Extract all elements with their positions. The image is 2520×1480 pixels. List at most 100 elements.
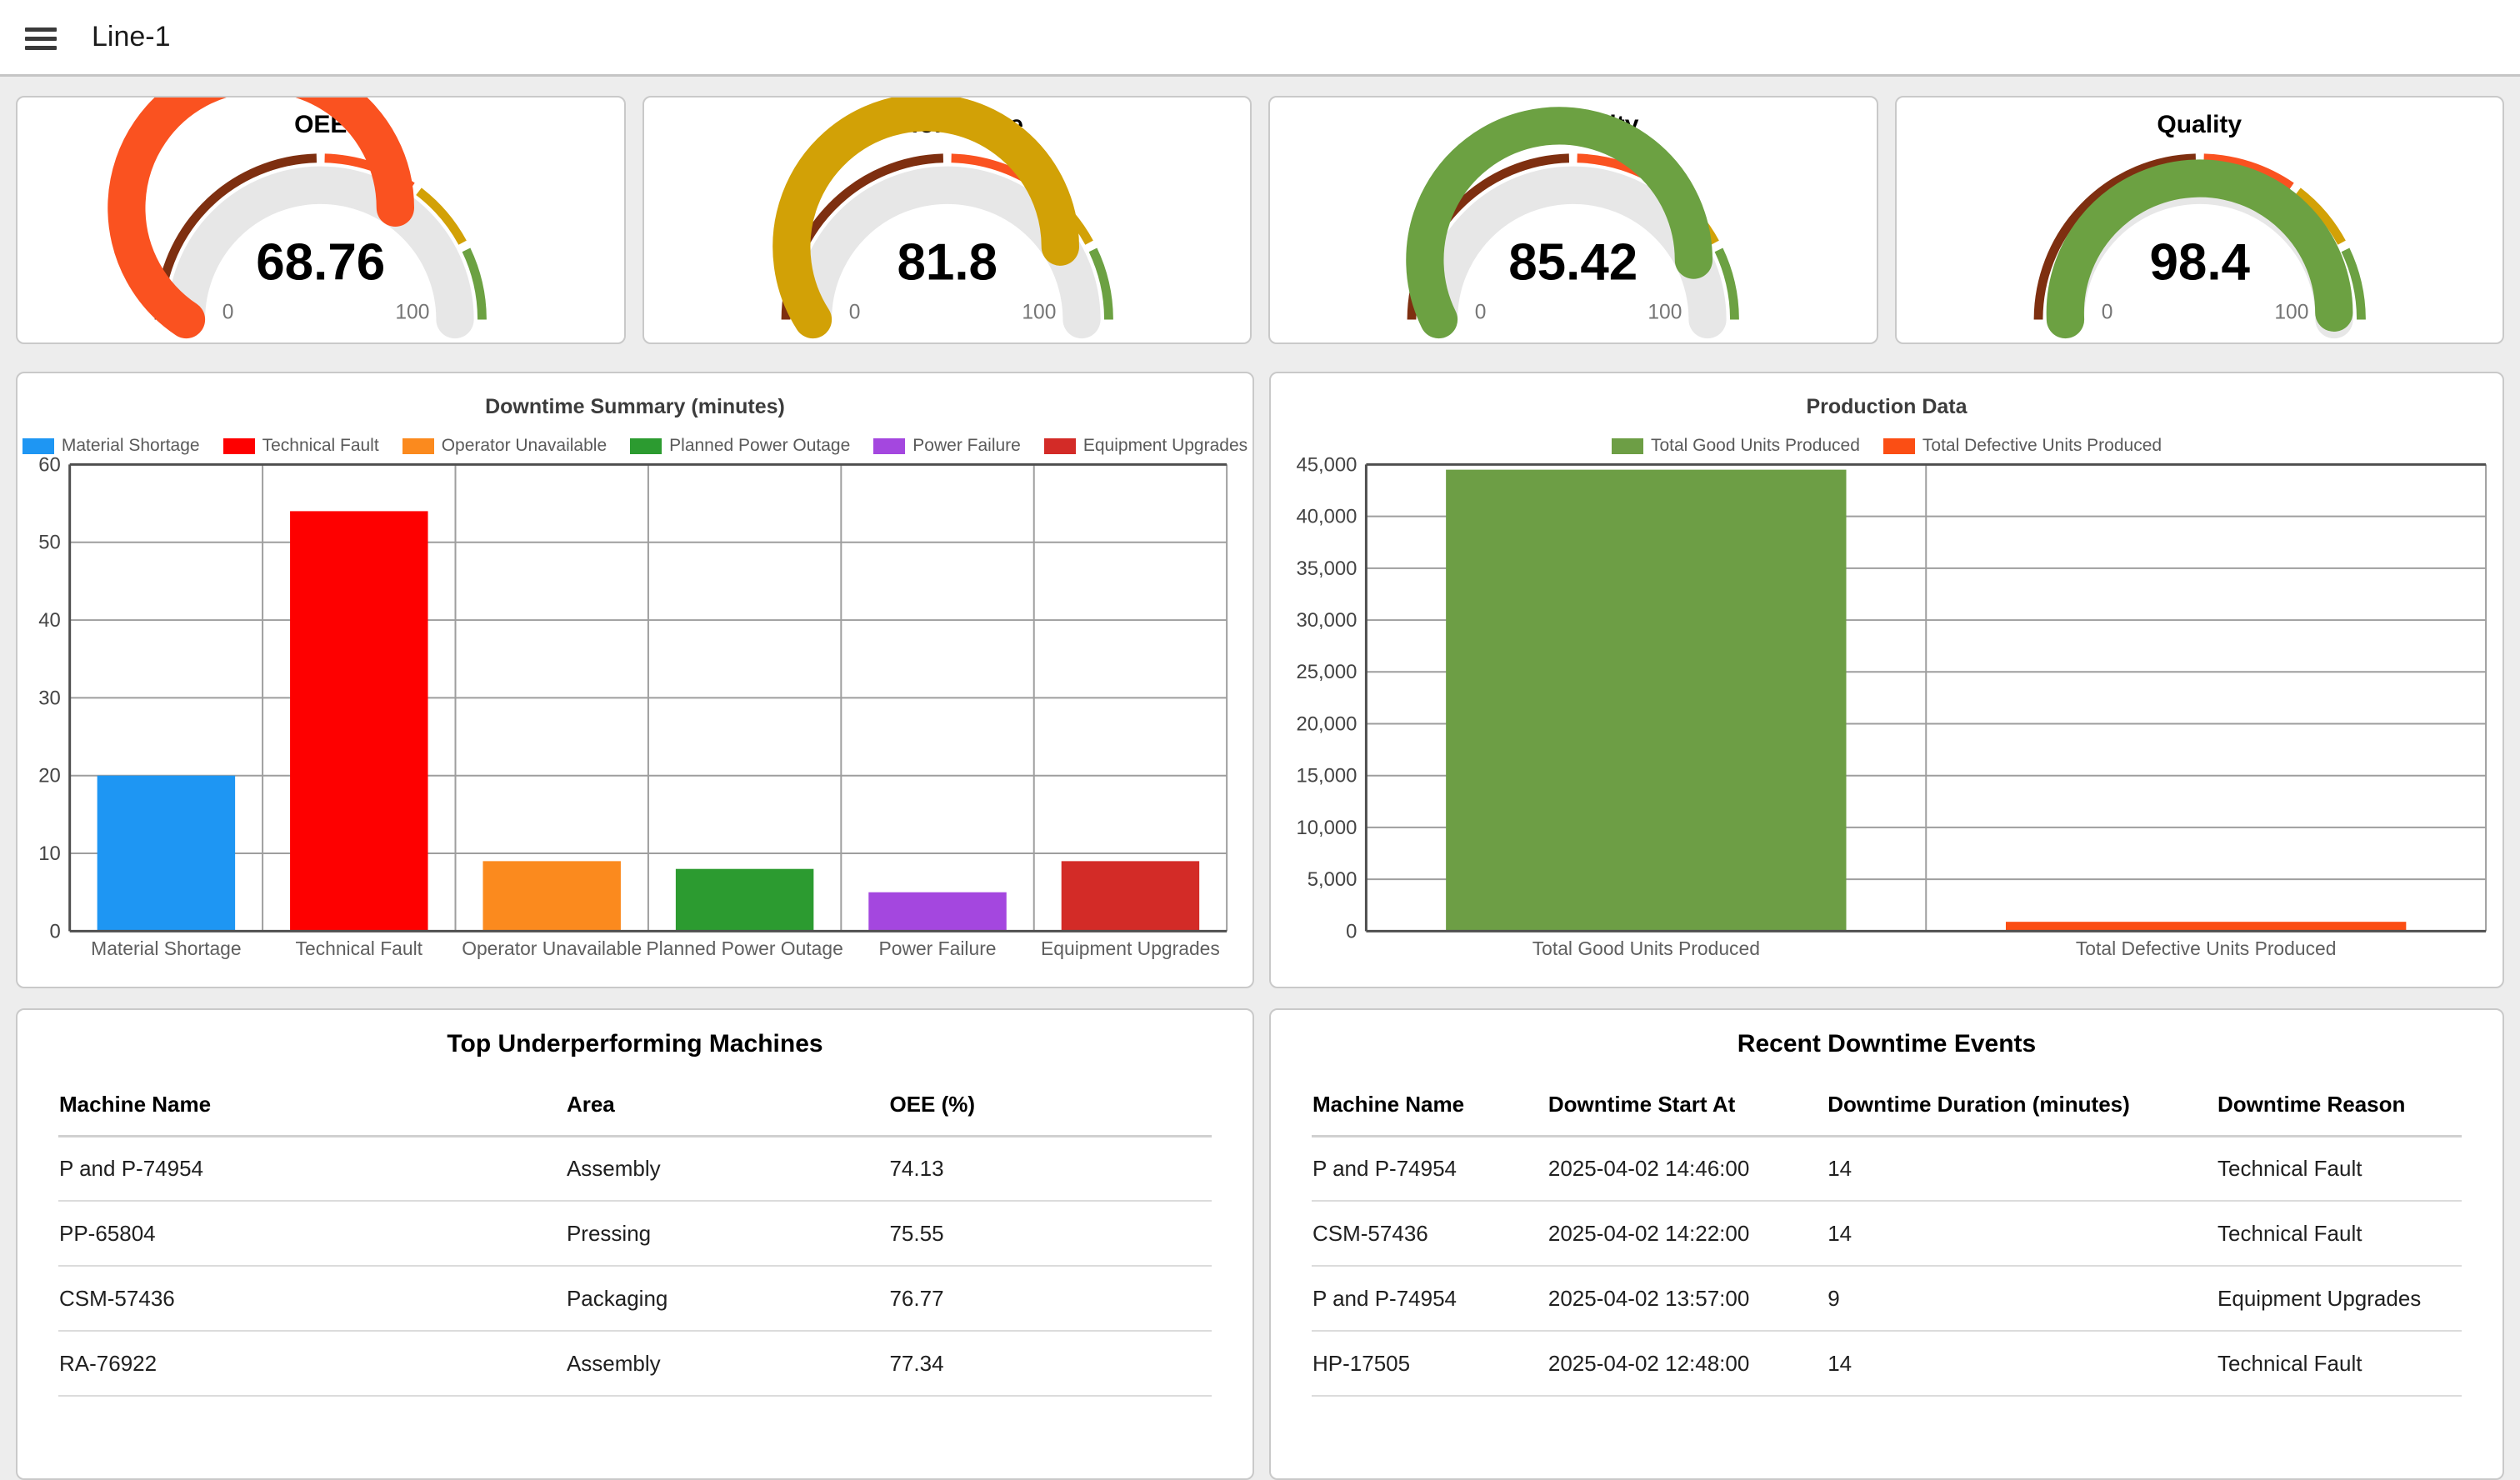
bar-total-good-units-produced[interactable] [1446,470,1846,932]
table-cell: 2025-04-02 13:57:00 [1548,1266,1827,1331]
column-header: Machine Name [58,1075,566,1136]
y-axis-tick-label: 0 [49,920,60,942]
gauge-card-availability: Availability 85.420100 [1268,96,1878,344]
column-header: Machine Name [1312,1075,1548,1136]
gauge-max-label: 100 [1648,301,1682,323]
table-cell: Pressing [566,1201,889,1266]
gauge-min-label: 0 [2101,301,2112,323]
table-cell: 75.55 [888,1201,1212,1266]
table-header-row: Machine NameAreaOEE (%) [58,1075,1212,1136]
table-row: P and P-749542025-04-02 13:57:009Equipme… [1312,1266,2462,1331]
y-axis-tick-label: 10 [38,842,61,865]
table-cell: 14 [1827,1136,2217,1201]
chart-row: Downtime Summary (minutes) Material Shor… [16,372,2504,988]
gauge-max-label: 100 [2274,301,2308,323]
table-cell: 76.77 [888,1266,1212,1331]
y-axis-tick-label: 15,000 [1296,765,1357,788]
y-axis-tick-label: 20 [38,765,61,788]
performance-gauge: 81.80100 [644,98,1251,342]
y-axis-tick-label: 50 [38,532,61,554]
table-cell: 74.13 [888,1136,1212,1201]
table-cell: CSM-57436 [58,1266,566,1331]
gauge-max-label: 100 [395,301,429,323]
table-cell: Technical Fault [2217,1331,2462,1396]
x-axis-category-label: Power Failure [879,938,997,959]
y-axis-tick-label: 45,000 [1296,453,1357,476]
table-cell: HP-17505 [1312,1331,1548,1396]
y-axis-tick-label: 10,000 [1296,817,1357,839]
table-row: HP-175052025-04-02 12:48:0014Technical F… [1312,1331,2462,1396]
x-axis-category-label: Operator Unavailable [462,938,642,959]
bar-technical-fault[interactable] [290,511,428,931]
page-title: Line-1 [92,0,171,74]
gauge-min-label: 0 [222,301,234,323]
y-axis-tick-label: 35,000 [1296,558,1357,580]
gauge-card-performance: Performance 81.80100 [642,96,1252,344]
gauge-card-quality: Quality 98.40100 [1895,96,2505,344]
downtime-bar-chart: 0 10 20 30 40 50 60 Material Shortage Technical … [18,373,1252,987]
y-axis-tick-label: 30 [38,687,61,709]
gauge-row: OEE 68.760100 Performance 81.80100 Avail… [16,96,2504,344]
gauge-value: 98.4 [2149,233,2250,291]
quality-gauge: 98.4 0 100 [1897,98,2503,342]
y-axis-tick-label: 30,000 [1296,609,1357,632]
hamburger-menu-icon[interactable] [25,28,57,50]
underperforming-machines-card: Top Underperforming Machines Machine Nam… [16,1008,1254,1480]
bar-operator-unavailable[interactable] [482,861,620,931]
gauge-value: 68.76 [256,233,385,291]
bar-material-shortage[interactable] [98,776,235,932]
table-cell: 2025-04-02 14:22:00 [1548,1201,1827,1266]
table-row: P and P-749542025-04-02 14:46:0014Techni… [1312,1136,2462,1201]
downtime-events-table-title: Recent Downtime Events [1312,1030,2462,1058]
downtime-events-card: Recent Downtime Events Machine NameDownt… [1269,1008,2504,1480]
table-cell: P and P-74954 [1312,1266,1548,1331]
table-header-row: Machine NameDowntime Start AtDowntime Du… [1312,1075,2462,1136]
gauge-card-oee: OEE 68.760100 [16,96,626,344]
bar-planned-power-outage[interactable] [676,869,813,932]
table-cell: RA-76922 [58,1331,566,1396]
y-axis-tick-label: 20,000 [1296,712,1357,735]
x-axis-category-label: Technical Fault [296,938,423,959]
column-header: Downtime Start At [1548,1075,1827,1136]
bar-total-defective-units-produced[interactable] [2006,922,2406,931]
y-axis-tick-label: 0 [1346,920,1357,942]
table-cell: P and P-74954 [58,1136,566,1201]
table-row: P and P-74954Assembly74.13 [58,1136,1212,1201]
table-cell: 14 [1827,1331,2217,1396]
table-cell: PP-65804 [58,1201,566,1266]
table-cell: Assembly [566,1331,889,1396]
downtime-events-table: Machine NameDowntime Start AtDowntime Du… [1312,1075,2462,1397]
bar-power-failure[interactable] [868,892,1006,932]
production-data-chart-card: Production Data Total Good Units Produce… [1269,372,2504,988]
x-axis-category-label: Equipment Upgrades [1041,938,1220,959]
table-row: PP-65804Pressing75.55 [58,1201,1212,1266]
column-header: OEE (%) [888,1075,1212,1136]
underperforming-machines-table: Machine NameAreaOEE (%)P and P-74954Asse… [58,1075,1212,1397]
column-header: Downtime Reason [2217,1075,2462,1136]
table-cell: P and P-74954 [1312,1136,1548,1201]
x-axis-category-label: Material Shortage [91,938,241,959]
table-cell: Assembly [566,1136,889,1201]
y-axis-tick-label: 60 [38,453,61,476]
x-axis-category-label: Planned Power Outage [646,938,842,959]
table-row: Top Underperforming Machines Machine Nam… [16,1008,2504,1480]
bar-equipment-upgrades[interactable] [1062,861,1199,931]
y-axis-tick-label: 40 [38,609,61,632]
table-row: CSM-57436Packaging76.77 [58,1266,1212,1331]
y-axis-tick-label: 40,000 [1296,506,1357,528]
production-bar-chart: 05,00010,00015,00020,00025,00030,00035,0… [1271,373,2502,987]
table-cell: CSM-57436 [1312,1201,1548,1266]
top-app-bar: Line-1 [0,0,2520,77]
table-cell: 77.34 [888,1331,1212,1396]
underperforming-table-title: Top Underperforming Machines [58,1030,1212,1058]
column-header: Area [566,1075,889,1136]
table-row: CSM-574362025-04-02 14:22:0014Technical … [1312,1201,2462,1266]
downtime-summary-chart-card: Downtime Summary (minutes) Material Shor… [16,372,1254,988]
table-cell: Packaging [566,1266,889,1331]
table-cell: Technical Fault [2217,1136,2462,1201]
table-cell: 14 [1827,1201,2217,1266]
gauge-value: 81.8 [897,233,998,291]
table-row: RA-76922Assembly77.34 [58,1331,1212,1396]
table-cell: Equipment Upgrades [2217,1266,2462,1331]
table-cell: Technical Fault [2217,1201,2462,1266]
